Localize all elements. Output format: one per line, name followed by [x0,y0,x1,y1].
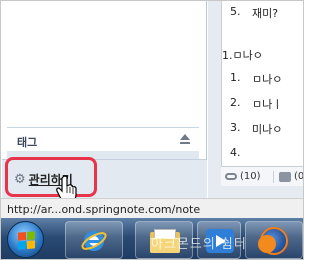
note-line: 5. 재미? [222,5,303,20]
watermark: 아크몬드의 쉼터 [151,237,247,252]
note-line-number: 2. [230,96,241,109]
note-line-text: 1.ㅁ나ㅇ [222,49,263,62]
note-line-number: 1. [230,71,241,84]
note-line: 4. [222,146,303,160]
note-footer: (10) (0) [221,166,304,186]
tag-label: 태그 [17,136,38,149]
internet-explorer-icon [81,231,107,251]
note-line-text: ㅁ나ㅣ [252,98,283,111]
taskbar-item-internet-explorer[interactable] [65,221,123,259]
note-line-number: 3. [230,121,241,134]
note-panel: 5. 재미? 1.ㅁ나ㅇ 1. ㅁ나ㅇ 2. ㅁ나ㅣ 3. 미나ㅇ 4. (10… [208,1,304,198]
taskbar-item-firefox[interactable] [245,221,303,259]
note-line-text: 미나ㅇ [252,123,283,136]
collapse-icon[interactable] [179,133,191,145]
note-line: 1. ㅁ나ㅇ [222,71,303,86]
note-line-text: ㅁ나ㅇ [252,73,283,86]
note-line-text: 재미? [252,7,279,20]
note-line: 1.ㅁ나ㅇ [222,47,303,62]
link-count[interactable]: (10) [225,171,261,182]
status-bar: http://ar...ond.springnote.com/note [1,198,303,218]
comment-count-text: (0) [294,171,304,182]
comment-count[interactable]: (0) [279,171,304,182]
browser-window: 태그 ⚙ 관리하기 5. 재미? 1.ㅁ나ㅇ 1. ㅁ나ㅇ 2. ㅁ나ㅣ 3. … [0,0,304,260]
link-icon [225,173,237,180]
note-line-number: 4. [230,146,241,159]
note-line-number: 5. [230,5,241,18]
start-button[interactable] [7,221,44,258]
link-count-text: (10) [240,171,261,182]
note-page: 5. 재미? 1.ㅁ나ㅇ 1. ㅁ나ㅇ 2. ㅁ나ㅣ 3. 미나ㅇ 4. [221,1,303,166]
status-url: http://ar...ond.springnote.com/note [7,203,201,216]
note-line: 3. 미나ㅇ [222,121,303,136]
windows-logo-icon [18,231,35,250]
firefox-icon [258,227,288,255]
divider [273,171,274,183]
gear-icon: ⚙ [14,172,26,187]
note-line: 2. ㅁ나ㅣ [222,96,303,111]
tag-section-header[interactable]: 태그 [7,127,199,151]
comment-icon [279,171,291,182]
